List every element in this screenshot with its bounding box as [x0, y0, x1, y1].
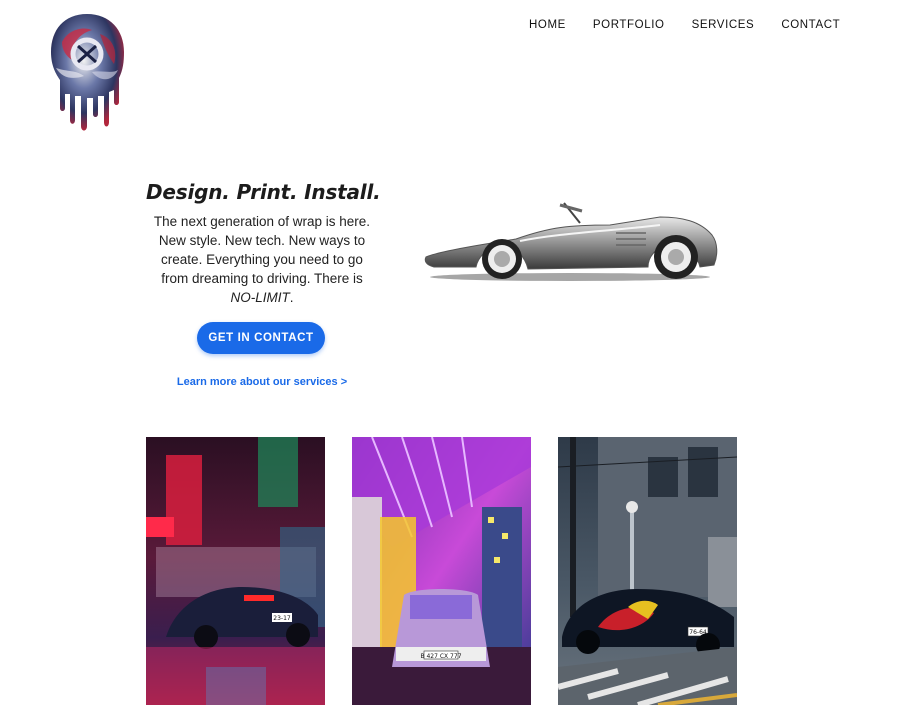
- learn-more-services-link[interactable]: Learn more about our services >: [170, 376, 354, 388]
- main-nav: HOME PORTFOLIO SERVICES CONTACT: [529, 19, 867, 31]
- hero-description: The next generation of wrap is here. New…: [146, 212, 378, 307]
- hero-body-text: The next generation of wrap is here. New…: [153, 214, 371, 286]
- get-in-contact-button[interactable]: GET IN CONTACT: [197, 322, 325, 354]
- hero-body-emphasis: NO-LIMIT: [230, 290, 290, 305]
- gallery-photo-neon-street[interactable]: 23-17: [146, 437, 325, 705]
- brand-logo-icon[interactable]: [48, 12, 126, 134]
- plate-text-3: 23-17: [273, 615, 291, 622]
- hero-text-block: Design. Print. Install. The next generat…: [146, 180, 381, 307]
- nav-services-link[interactable]: SERVICES: [692, 19, 755, 31]
- nav-home-link[interactable]: HOME: [529, 19, 566, 31]
- gallery-photo-purple-bridge[interactable]: В 427 СХ 777: [352, 437, 531, 705]
- nav-portfolio-link[interactable]: PORTFOLIO: [593, 19, 665, 31]
- hero-title: Design. Print. Install.: [146, 180, 381, 204]
- hero-body-end: .: [289, 290, 294, 305]
- nav-contact-link[interactable]: CONTACT: [781, 19, 840, 31]
- hero-car-image: [420, 195, 722, 285]
- plate-text-1: В 427 СХ 777: [420, 653, 461, 660]
- gallery-photo-street-drift[interactable]: 76-64: [558, 437, 737, 705]
